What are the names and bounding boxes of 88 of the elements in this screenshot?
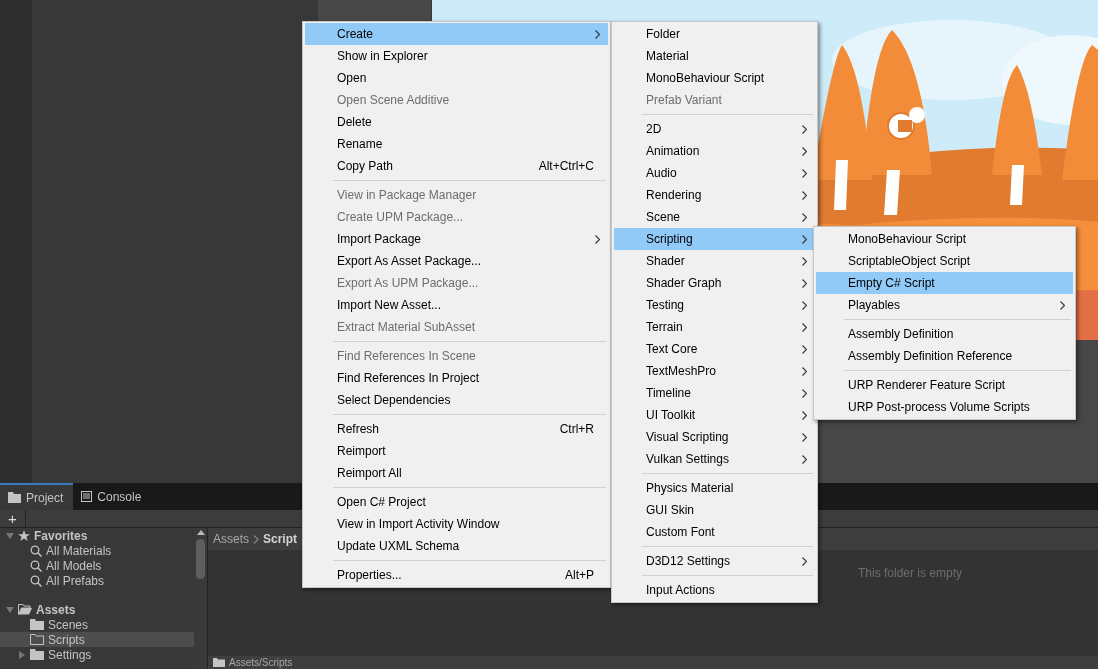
menu-item[interactable]: Vulkan Settings [614,448,815,470]
star-icon [18,529,30,542]
menu-item[interactable]: Timeline [614,382,815,404]
menu-item[interactable]: Select Dependencies [305,389,608,411]
menu-item[interactable]: Reimport All [305,462,608,484]
menu-item[interactable]: Playables [816,294,1073,316]
menu-item[interactable]: Create [305,23,608,45]
menu-item[interactable]: Open [305,67,608,89]
menu-item[interactable]: UI Toolkit [614,404,815,426]
tab[interactable]: Project [0,483,74,510]
folder-path: Assets/Scripts [229,656,293,669]
menu-item[interactable]: Delete [305,111,608,133]
menu-item[interactable]: Properties... Alt+P [305,564,608,586]
menu-item[interactable]: Testing [614,294,815,316]
breadcrumb-item[interactable]: Script [263,530,298,548]
tab[interactable]: Console [73,483,152,510]
search-icon [30,544,42,557]
folder-icon [30,649,44,660]
menu-item[interactable]: Shader Graph [614,272,815,294]
tree-label: All Prefabs [46,572,105,590]
menu-item[interactable]: Assembly Definition [816,323,1073,345]
open-folder-icon [18,604,32,615]
menu-item[interactable]: MonoBehaviour Script [614,67,815,89]
menu-item[interactable]: Text Core [614,338,815,360]
search-icon [30,574,42,587]
tree-item[interactable]: Assets [0,602,194,617]
collapse-arrow-icon[interactable] [19,650,25,659]
menu-item[interactable]: Import Package [305,228,608,250]
menu-item[interactable]: Audio [614,162,815,184]
menu-item[interactable]: Import New Asset... [305,294,608,316]
tree-label: Favorites [34,527,88,545]
breadcrumb-item[interactable]: Assets [213,530,249,548]
menu-item[interactable]: ScriptableObject Script [816,250,1073,272]
search-icon [30,559,42,572]
menu-item[interactable]: Rendering [614,184,815,206]
menu-item[interactable]: Reimport [305,440,608,462]
chevron-icon [253,534,259,544]
tree-item[interactable]: Favorites [0,528,194,543]
folder-icon [8,492,21,503]
menu-item[interactable]: Physics Material [614,477,815,499]
console-icon [81,491,93,502]
scroll-up-icon[interactable] [196,530,205,535]
expand-arrow-icon[interactable] [6,532,14,539]
menu-item[interactable]: TextMeshPro [614,360,815,382]
menu-item[interactable]: Assembly Definition Reference [816,345,1073,367]
menu-item[interactable]: Update UXML Schema [305,535,608,557]
tree-label: Scenes [48,616,89,634]
menu-item[interactable]: View in Import Activity Window [305,513,608,535]
tree-item[interactable]: Settings [0,647,194,662]
tree-item[interactable]: Scenes [0,617,194,632]
tree-label: Settings [48,647,92,664]
expand-arrow-icon[interactable] [6,606,14,613]
menu-item[interactable]: Terrain [614,316,815,338]
tree-item[interactable]: All Materials [0,543,194,558]
menu-item[interactable]: MonoBehaviour Script [816,228,1073,250]
menu-item[interactable]: D3D12 Settings [614,550,815,572]
scrollbar-thumb[interactable] [196,539,205,579]
tree-label: Assets [36,601,76,619]
menu-item[interactable]: Empty C# Script [816,272,1073,294]
menu-item[interactable]: Show in Explorer [305,45,608,67]
menu-item[interactable]: Visual Scripting [614,426,815,448]
menu-item[interactable]: Refresh Ctrl+R [305,418,608,440]
menu-item[interactable]: Input Actions [614,579,815,601]
menu-item[interactable]: Rename [305,133,608,155]
folder-icon [213,658,225,667]
folder-icon [30,619,44,630]
tree-label: All Materials [46,542,112,560]
menu-item[interactable]: Shader [614,250,815,272]
menu-item[interactable]: GUI Skin [614,499,815,521]
menu-item[interactable]: Find References In Project [305,367,608,389]
folder-icon [30,634,44,645]
menu-item[interactable]: Scripting [614,228,815,250]
tree-label: All Models [46,557,102,575]
menu-item[interactable]: Folder [614,23,815,45]
tree-item[interactable]: Scripts [0,632,194,647]
menu-item[interactable]: Export As Asset Package... [305,250,608,272]
menu-item[interactable]: 2D [614,118,815,140]
menu-item[interactable]: URP Post-process Volume Scripts [816,396,1073,418]
tree-label: Scripts [48,631,85,649]
menu-item[interactable]: Custom Font [614,521,815,543]
menu-item[interactable]: Material [614,45,815,67]
menu-item[interactable]: Open C# Project [305,491,608,513]
menu-item[interactable]: URP Renderer Feature Script [816,374,1073,396]
menu-item[interactable]: Scene [614,206,815,228]
tree-item[interactable]: All Prefabs [0,573,194,588]
menu-item[interactable]: Animation [614,140,815,162]
menu-item[interactable]: Copy Path Alt+Ctrl+C [305,155,608,177]
tree-item[interactable]: All Models [0,558,194,573]
